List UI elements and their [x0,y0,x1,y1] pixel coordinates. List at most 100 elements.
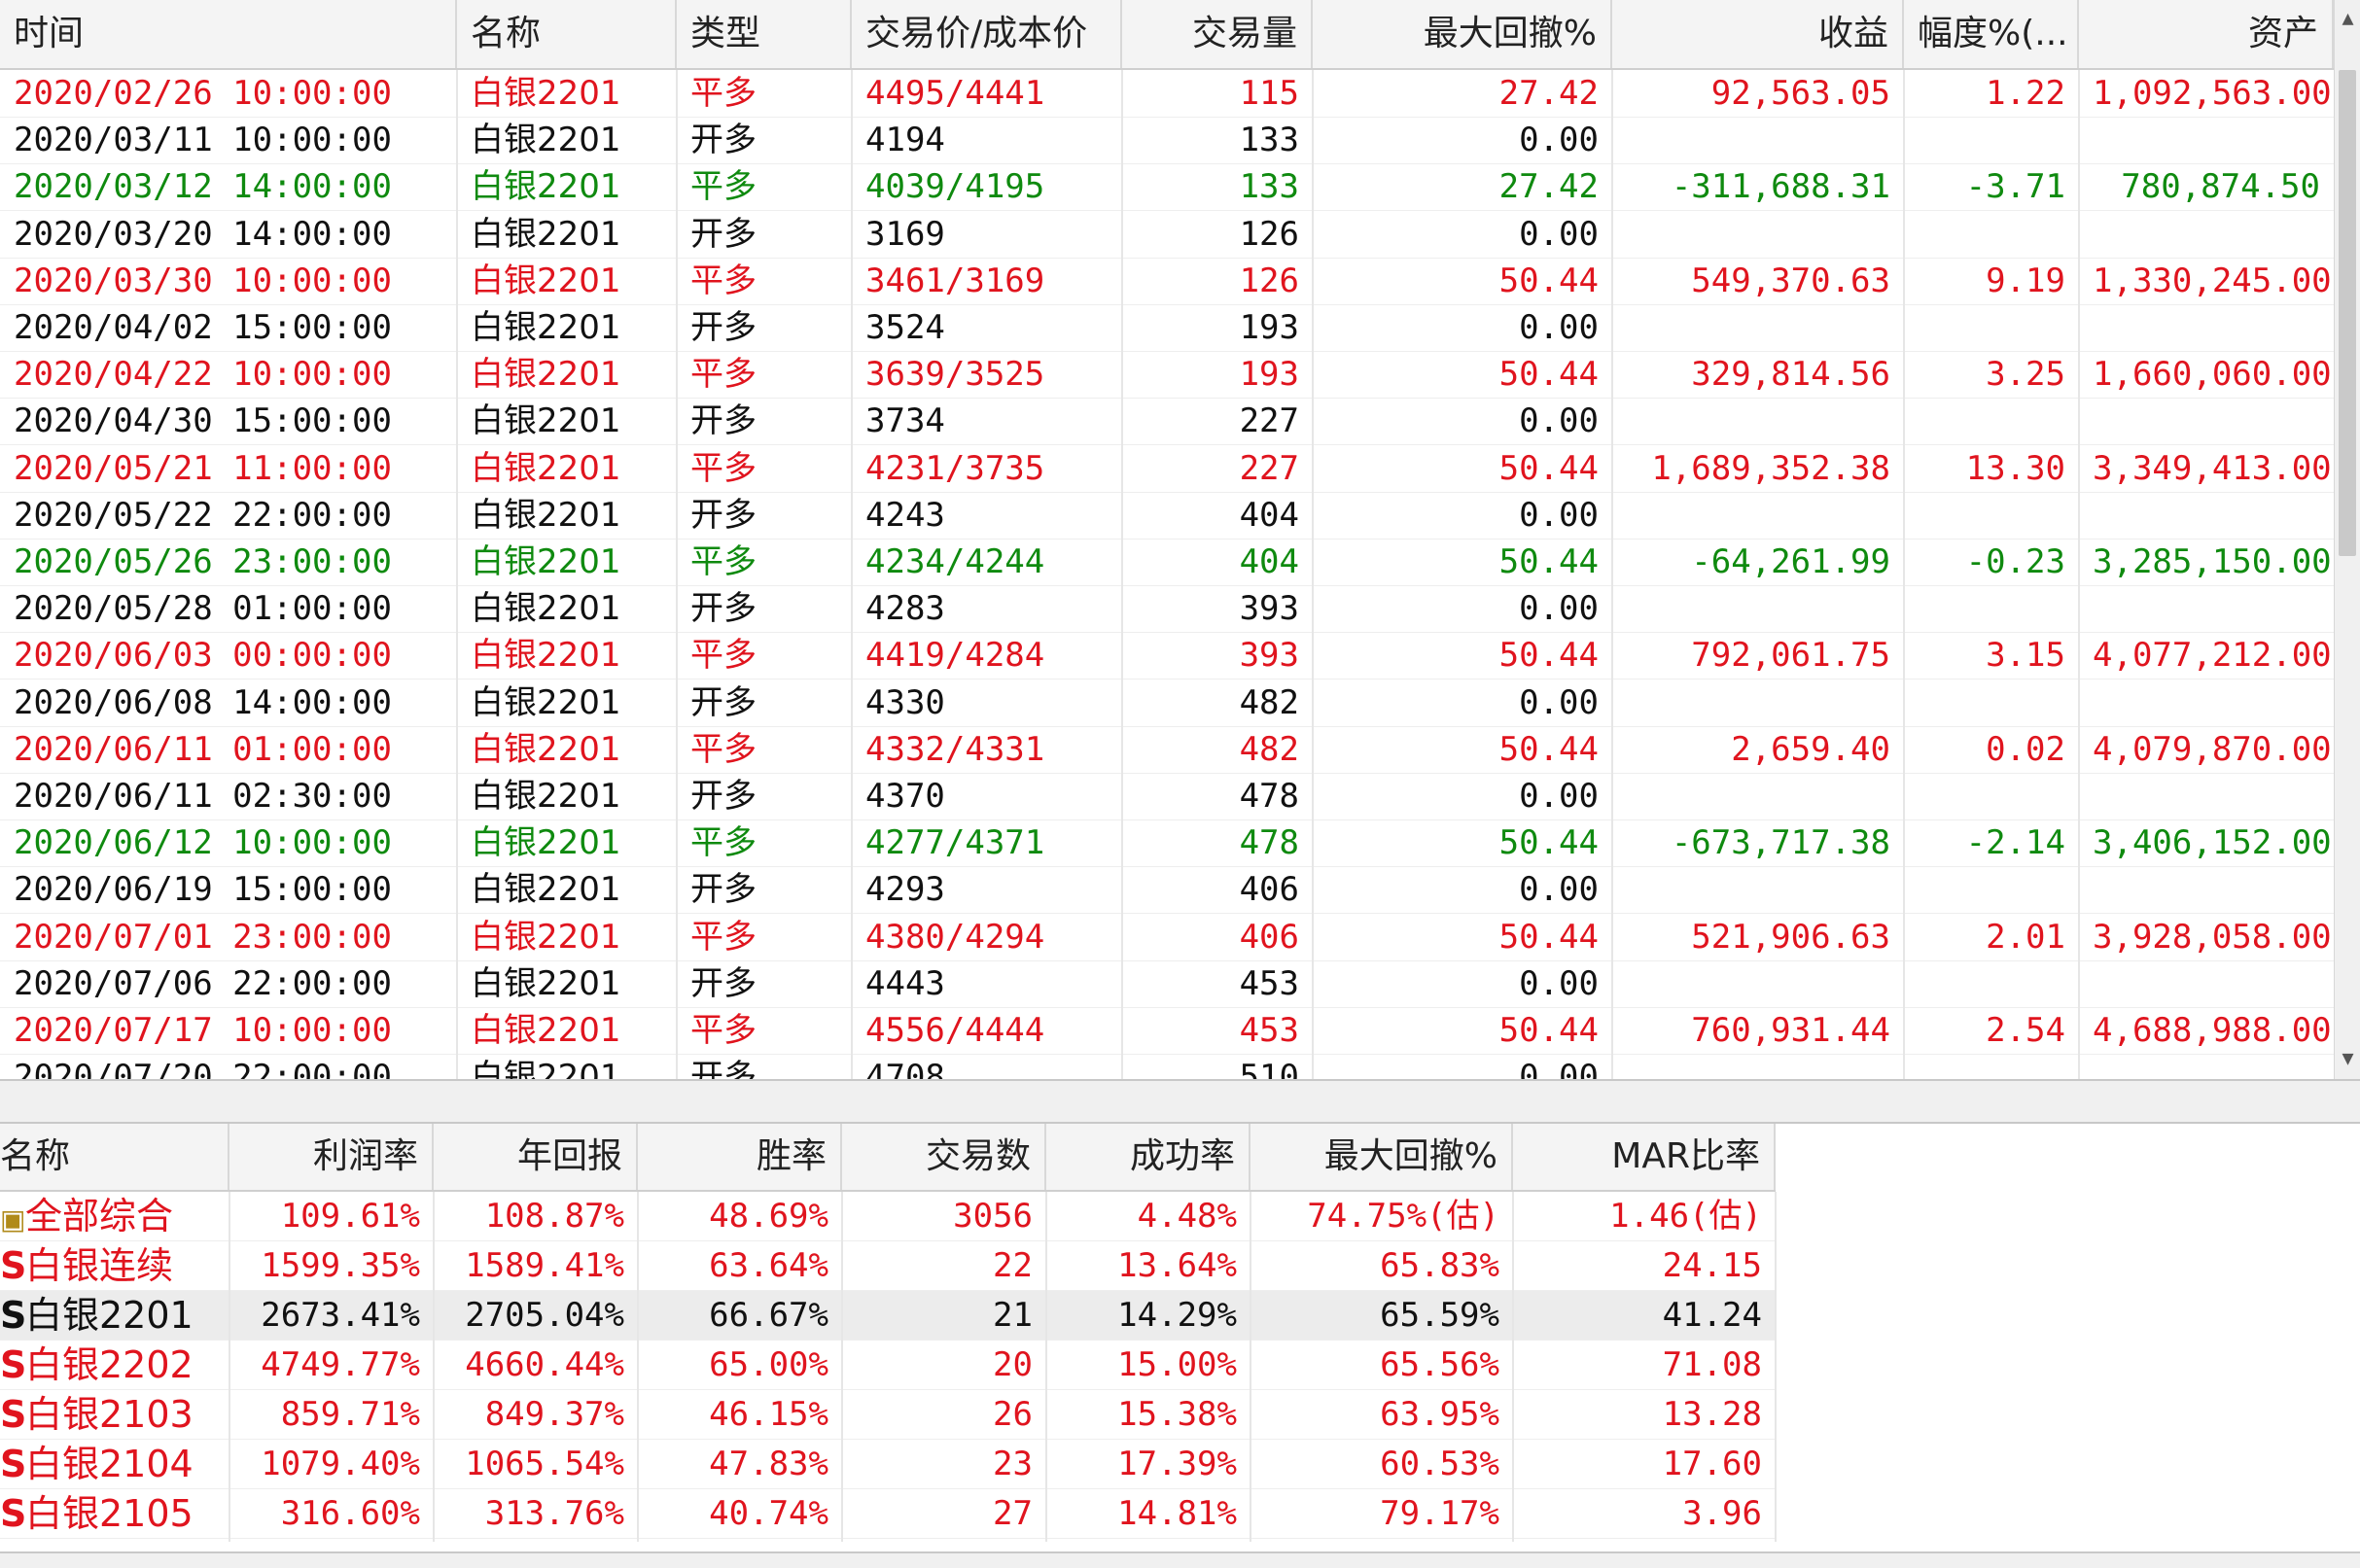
cell-profit: -311,688.31 [1671,167,1890,207]
scroll-down-icon[interactable]: ▼ [2335,1040,2360,1075]
cell-maxdd: 0.00 [1519,870,1599,910]
table-row[interactable]: 2020/05/28 01:00:00 白银2201 开多 4283 393 0.00 [0,585,2334,634]
cell-price: 4708 [865,1058,945,1081]
table-row[interactable]: 2020/03/30 10:00:00 白银2201 平多 3461/3169 126 5… [0,258,2334,305]
cell-success: 17.39% [1117,1445,1237,1483]
cell-time: 2020/06/11 02:30:00 [14,777,392,816]
cell-price: 3524 [865,308,945,347]
cell-profit-rate: 109.61% [280,1197,420,1236]
table-row[interactable]: 2020/03/11 10:00:00 白银2201 开多 4194 133 0.00 [0,117,2334,165]
table-row[interactable]: 2020/04/30 15:00:00 白银2201 开多 3734 227 0.00 [0,398,2334,446]
cell-name: S白银2104 [0,1440,229,1488]
cell-profit-rate: 4749.77% [261,1345,420,1384]
scrollbar-thumb[interactable] [2339,70,2356,556]
summary-row[interactable]: S白银2105 316.60% 313.76% 40.74% 27 14.81% 79.17… [0,1489,1776,1539]
col-header-range[interactable]: 幅度%(... [1904,0,2079,68]
col-header-assets[interactable]: 资产 [2079,0,2334,68]
col-header-name[interactable]: 名称 [457,0,677,68]
panel-splitter[interactable] [0,1081,2360,1124]
cell-profit-rate: 1599.35% [261,1246,420,1285]
col-header-type[interactable]: 类型 [677,0,852,68]
cell-maxdd: 50.44 [1498,636,1599,676]
column-divider [1775,1192,1777,1542]
table-row[interactable]: 2020/06/12 10:00:00 白银2201 平多 4277/4371 478 5… [0,819,2334,868]
summary-row[interactable]: S白银2104 1079.40% 1065.54% 47.83% 23 17.39% 60.… [0,1440,1776,1489]
col-header-s-annual[interactable]: 年回报 [434,1124,638,1190]
cell-assets [2079,304,2334,351]
summary-row[interactable]: S白银2103 859.71% 849.37% 46.15% 26 15.38% 63.95… [0,1390,1776,1440]
table-row[interactable]: 2020/07/20 22:00:00 白银2201 开多 4708 510 0.00 [0,1054,2334,1081]
cell-time: 2020/06/19 15:00:00 [14,870,392,910]
col-header-qty[interactable]: 交易量 [1122,0,1313,68]
summary-row[interactable]: ▣全部综合 109.61% 108.87% 48.69% 3056 4.48% 74.75%… [0,1192,1776,1241]
table-row[interactable]: 2020/05/26 23:00:00 白银2201 平多 4234/4244 404 5… [0,539,2334,586]
col-header-time[interactable]: 时间 [0,0,457,68]
cell-maxdd: 50.44 [1498,729,1599,769]
cell-maxdd: 50.44 [1498,542,1599,581]
cell-maxdd: 63.95% [1380,1395,1499,1434]
table-row[interactable]: 2020/07/06 22:00:00 白银2201 开多 4443 453 0.00 [0,960,2334,1008]
table-row[interactable]: 2020/03/12 14:00:00 白银2201 平多 4039/4195 133 2… [0,163,2334,212]
cell-range: 2.54 [1986,1011,2065,1050]
cell-price: 4332/4331 [865,729,1045,769]
cell-type: 平多 [690,917,757,957]
table-row[interactable]: 2020/07/01 23:00:00 白银2201 平多 4380/4294 406 5… [0,914,2334,961]
table-row[interactable]: 2020/03/20 14:00:00 白银2201 开多 3169 126 0.00 [0,211,2334,259]
cell-profit-rate: 316.60% [280,1494,420,1533]
cell-name: 白银2201 [471,589,621,629]
col-header-s-name[interactable]: 名称 [0,1124,229,1190]
cell-assets [2079,773,2334,819]
table-row[interactable]: 2020/06/08 14:00:00 白银2201 开多 4330 482 0.00 [0,679,2334,727]
vertical-scrollbar[interactable]: ▲ ▼ [2334,0,2360,1079]
strategy-icon: S [0,1393,27,1436]
table-row[interactable]: 2020/06/03 00:00:00 白银2201 平多 4419/4284 393 5… [0,632,2334,680]
table-row[interactable]: 2020/05/21 11:00:00 白银2201 平多 4231/3735 227 5… [0,445,2334,493]
col-header-profit[interactable]: 收益 [1612,0,1904,68]
cell-success: 15.38% [1117,1395,1237,1434]
col-header-s-maxdd[interactable]: 最大回撤% [1250,1124,1513,1190]
cell-qty: 227 [1239,448,1299,488]
cell-assets [2079,117,2334,163]
table-row[interactable]: 2020/04/22 10:00:00 白银2201 平多 3639/3525 193 5… [0,351,2334,400]
cell-profit: 792,061.75 [1691,636,1890,676]
col-header-price[interactable]: 交易价/成本价 [852,0,1122,68]
column-divider [1312,70,1314,1079]
cell-time: 2020/06/03 00:00:00 [14,636,392,676]
summary-row[interactable]: S白银2202 4749.77% 4660.44% 65.00% 20 15.00% 65.… [0,1341,1776,1390]
cell-qty: 478 [1239,777,1299,816]
cell-type: 平多 [690,636,757,676]
column-divider [433,1192,435,1542]
cell-assets: 4,077,212.00 [2093,636,2332,676]
col-header-s-mar[interactable]: MAR比率 [1513,1124,1776,1190]
summary-row[interactable]: S白银2201 2673.41% 2705.04% 66.67% 21 14.29% 65.… [0,1291,1776,1341]
summary-row[interactable]: S白银连续 1599.35% 1589.41% 63.64% 22 13.64% 65.83… [0,1241,1776,1291]
row-name-label: 白银2104 [25,1443,194,1485]
table-row[interactable]: 2020/04/02 15:00:00 白银2201 开多 3524 193 0.00 [0,304,2334,352]
col-header-maxdd[interactable]: 最大回撤% [1313,0,1612,68]
cell-maxdd: 65.56% [1380,1345,1499,1384]
cell-time: 2020/03/11 10:00:00 [14,121,392,160]
cell-profit: 521,906.63 [1691,917,1890,957]
table-row[interactable]: 2020/05/22 22:00:00 白银2201 开多 4243 404 0.00 [0,492,2334,540]
cell-trades: 21 [993,1296,1033,1335]
col-header-s-trades[interactable]: 交易数 [842,1124,1046,1190]
cell-qty: 393 [1239,589,1299,629]
col-header-s-profit-rate[interactable]: 利润率 [229,1124,434,1190]
cell-name: 白银2201 [471,74,621,113]
table-row[interactable]: 2020/07/17 10:00:00 白银2201 平多 4556/4444 453 5… [0,1007,2334,1055]
col-header-s-win[interactable]: 胜率 [638,1124,842,1190]
scroll-up-icon[interactable]: ▲ [2335,0,2360,35]
table-row[interactable]: 2020/06/19 15:00:00 白银2201 开多 4293 406 0.00 [0,866,2334,915]
cell-trades: 27 [993,1494,1033,1533]
table-row[interactable]: 2020/06/11 02:30:00 白银2201 开多 4370 478 0.00 [0,773,2334,820]
cell-range: -2.14 [1965,823,2065,863]
cell-annual: 313.76% [484,1494,624,1533]
cell-time: 2020/03/12 14:00:00 [14,167,392,207]
cell-name: 白银2201 [471,963,621,1003]
table-row[interactable]: 2020/02/26 10:00:00 白银2201 平多 4495/4441 115 2… [0,70,2334,118]
cell-price: 4443 [865,963,945,1003]
col-header-s-success[interactable]: 成功率 [1046,1124,1250,1190]
cell-range: 1.22 [1986,74,2065,113]
cell-price: 3639/3525 [865,355,1045,395]
table-row[interactable]: 2020/06/11 01:00:00 白银2201 平多 4332/4331 482 5… [0,726,2334,774]
